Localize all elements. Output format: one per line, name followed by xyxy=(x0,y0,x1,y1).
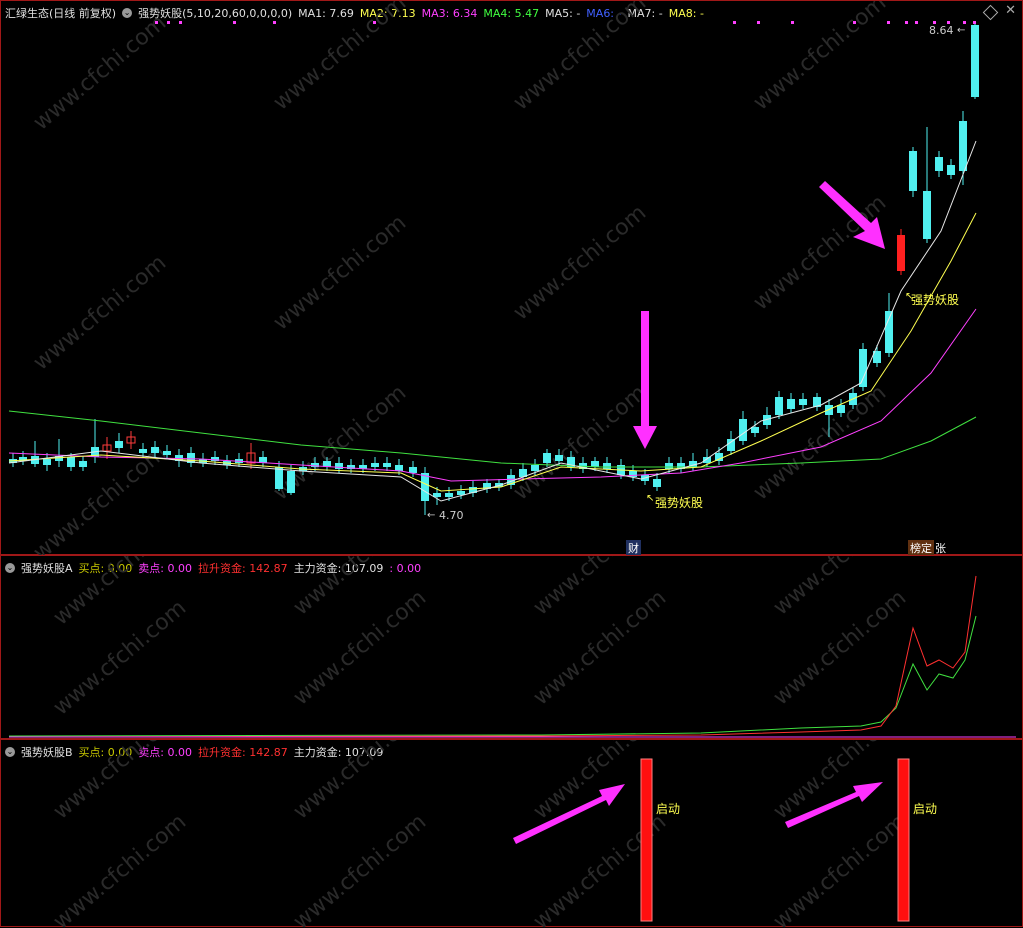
watermark-text: www.cfchi.com xyxy=(509,1,651,116)
start-bar xyxy=(640,758,653,922)
candle-body xyxy=(603,463,611,469)
candle-body xyxy=(859,349,867,387)
start-signal-chart: www.cfchi.com www.cfchi.com www.cfchi.com w… xyxy=(49,740,911,928)
start-label-1: 启动 xyxy=(656,802,681,816)
candle-body xyxy=(591,461,599,467)
signal-dot xyxy=(167,21,170,24)
watermark-text: www.cfchi.com xyxy=(749,1,891,116)
candle-body xyxy=(43,459,51,465)
candle-body xyxy=(445,493,453,497)
candle-body xyxy=(751,427,759,433)
candle-body xyxy=(739,419,747,441)
signal-dot xyxy=(973,21,976,24)
signal-dot xyxy=(273,21,276,24)
candle-body xyxy=(543,453,551,463)
watermark-text: www.cfchi.com xyxy=(509,380,651,505)
candle-body xyxy=(971,25,979,97)
candle-body xyxy=(395,465,403,471)
finance-badge[interactable]: 财 xyxy=(626,540,641,556)
candle-body xyxy=(555,455,563,461)
candle-body xyxy=(421,473,429,501)
candle-body xyxy=(947,165,955,175)
candle-body xyxy=(383,463,391,467)
candle-body xyxy=(115,441,123,448)
rank-badge[interactable]: 榜定 xyxy=(908,540,934,556)
signal-dot xyxy=(155,21,158,24)
start-label-2: 启动 xyxy=(913,802,938,816)
low-price-label: 4.70 xyxy=(439,509,464,522)
pointer-icon: ↖ xyxy=(646,493,654,504)
candle-body xyxy=(715,453,723,461)
candle-body xyxy=(885,311,893,353)
indicator-pane-a[interactable]: ⌄ 强势妖股A 买点: 0.00 卖点: 0.00 拉升资金: 142.87 主… xyxy=(0,555,1023,739)
candle-body xyxy=(959,121,967,171)
signal-dot xyxy=(179,21,182,24)
candle-body xyxy=(371,463,379,467)
pointer-icon: ← xyxy=(427,510,435,521)
candle-body xyxy=(531,465,539,471)
candle-body xyxy=(457,491,465,495)
signal-dot xyxy=(791,21,794,24)
candle-body xyxy=(665,463,673,469)
signal-dot xyxy=(963,21,966,24)
down-arrow-icon xyxy=(633,311,657,449)
candle-body xyxy=(799,399,807,405)
pointer-icon: ← xyxy=(957,25,965,36)
watermark-text: www.cfchi.com xyxy=(769,809,911,928)
candle-body xyxy=(897,235,905,271)
signal-dot xyxy=(373,21,376,24)
high-price-label: 8.64 xyxy=(929,24,954,37)
candle-body xyxy=(727,439,735,451)
watermark-text: www.cfchi.com xyxy=(749,190,891,315)
watermark-text: www.cfchi.com xyxy=(289,740,431,825)
candle-body xyxy=(67,457,75,467)
fund-line-chart: www.cfchi.com www.cfchi.com www.cfchi.com w… xyxy=(8,556,1016,738)
candle-body xyxy=(703,457,711,463)
start-bar xyxy=(897,758,910,922)
candle-body xyxy=(837,405,845,413)
limit-up-badge[interactable]: 张 xyxy=(933,540,948,556)
signal-label-lower: 强势妖股 xyxy=(655,496,704,510)
candle-body xyxy=(775,397,783,415)
watermark-text: www.cfchi.com xyxy=(29,250,171,375)
candle-body xyxy=(909,151,917,191)
candle-body xyxy=(79,461,87,467)
watermark-text: www.cfchi.com xyxy=(509,200,651,325)
signal-dot xyxy=(915,21,918,24)
main-chart-pane[interactable]: 汇绿生态(日线 前复权) ⌄ 强势妖股(5,10,20,60,0,0,0,0) … xyxy=(0,0,1023,556)
signal-dot xyxy=(233,21,236,24)
candle-body xyxy=(935,157,943,171)
candlestick-chart: www.cfchi.com www.cfchi.com www.cfchi.com w… xyxy=(8,1,979,556)
candle-body xyxy=(653,479,661,487)
watermark-text: www.cfchi.com xyxy=(769,740,911,825)
candle-body xyxy=(287,471,295,493)
signal-dot xyxy=(757,21,760,24)
candle-body xyxy=(409,467,417,473)
candle-body xyxy=(629,471,637,477)
candle-body xyxy=(335,463,343,469)
watermark-text: www.cfchi.com xyxy=(49,740,191,825)
candle-body xyxy=(139,449,147,453)
candle-body xyxy=(787,399,795,409)
signal-label-upper: 强势妖股 xyxy=(911,293,960,307)
watermark-text: www.cfchi.com xyxy=(29,10,171,135)
signal-dot xyxy=(887,21,890,24)
candle-body xyxy=(275,467,283,489)
watermark-text: www.cfchi.com xyxy=(49,809,191,928)
watermark-text: www.cfchi.com xyxy=(269,210,411,335)
candle-body xyxy=(923,191,931,239)
watermark-text: www.cfchi.com xyxy=(289,809,431,928)
signal-dot xyxy=(733,21,736,24)
indicator-pane-b[interactable]: ⌄ 强势妖股B 买点: 0.00 卖点: 0.00 拉升资金: 142.87 主… xyxy=(0,739,1023,928)
watermark-text: www.cfchi.com xyxy=(269,1,411,116)
candle-body xyxy=(163,451,171,455)
candle-body xyxy=(151,447,159,453)
signal-dot xyxy=(853,21,856,24)
signal-dot xyxy=(905,21,908,24)
